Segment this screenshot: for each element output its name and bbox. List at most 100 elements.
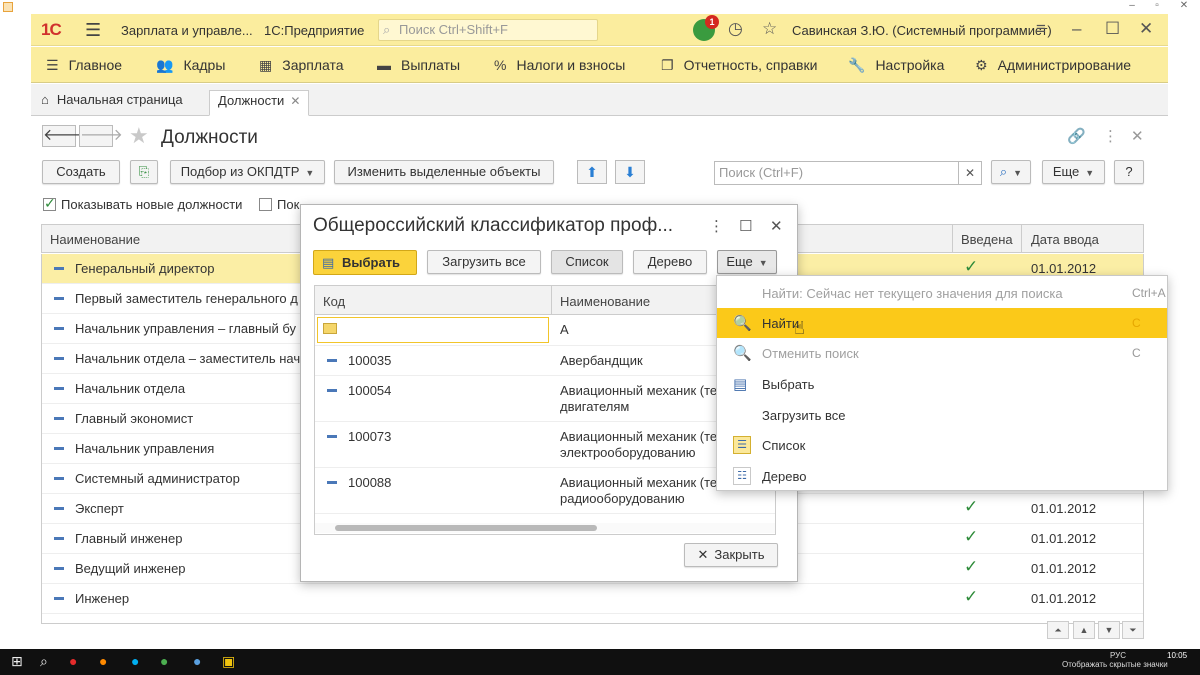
favorite-star-icon[interactable]: ★ [129,123,149,149]
title-bar: 1С ☰ Зарплата и управле... 1С:Предприяти… [31,14,1168,46]
select-button[interactable]: ▤ Выбрать [313,250,417,275]
scroll-down-button[interactable]: ▼ [1098,621,1120,639]
more-vertical-icon[interactable]: ⋮ [709,217,724,235]
maximize-dialog-icon[interactable]: ☐ [739,217,752,235]
tree-button[interactable]: Дерево [633,250,707,274]
notifications-badge: 1 [705,15,719,29]
menu-item-find[interactable]: 🔍 Найти C [717,308,1167,338]
more-button[interactable]: Еще ▼ [1042,160,1105,184]
windows-start-icon[interactable]: ⊞ [11,653,23,670]
close-button[interactable]: ✕ Закрыть [684,543,778,567]
col-entered[interactable]: Введена [961,232,1013,247]
section-main[interactable]: ☰ Главное [46,57,122,74]
table-row[interactable]: А [315,315,775,346]
table-row[interactable]: 100073 Авиационный механик (те электрообор… [315,422,775,468]
edit-selected-button[interactable]: Изменить выделенные объекты [334,160,554,184]
section-payments[interactable]: ▬ Выплаты [377,57,460,73]
chevron-down-icon: ▼ [1085,168,1095,178]
close-tab-icon[interactable]: ✕ [290,94,300,108]
menu-item-select[interactable]: ▤ Выбрать [717,369,1167,399]
hamburger-icon: ☰ [46,57,59,73]
close-dialog-icon[interactable]: ✕ [770,217,783,235]
cancel-search-icon: 🔍 [733,345,752,362]
chevron-down-icon: ▼ [758,258,768,268]
tab-positions[interactable]: Должности ✕ [209,90,310,116]
firefox-icon[interactable]: ● [99,653,107,669]
checkbox-checked[interactable] [43,195,56,212]
search-icon[interactable]: ⌕ [40,653,48,670]
chrome-icon[interactable]: ● [160,653,168,669]
1c-taskbar-icon[interactable]: ▣ [222,653,235,670]
table-row[interactable]: 100088 Авиационный механик (те радиооборуд… [315,468,775,514]
table-row[interactable]: 100035 Авербандщик [315,346,775,376]
col-dialog-name[interactable]: Наименование [560,294,650,309]
table-row[interactable]: Инженер ✓ 01.01.2012 [42,584,1143,614]
window-frame: – ▫ ✕ [0,0,1200,14]
list-icon: ☰ [733,436,751,454]
close-window-icon[interactable]: ✕ [1172,0,1196,12]
col-name[interactable]: Наименование [50,232,140,247]
close-app-icon[interactable]: ✕ [1139,19,1153,39]
main-menu-icon[interactable]: ☰ [85,20,101,41]
minimize-app-icon[interactable]: – [1072,19,1081,39]
clear-search-icon[interactable]: ✕ [958,161,982,185]
close-form-icon[interactable]: ✕ [1131,127,1144,145]
maximize-app-icon[interactable]: ☐ [1105,19,1120,39]
col-date[interactable]: Дата ввода [1031,232,1099,247]
checkbox-unchecked[interactable] [259,198,272,211]
section-salary[interactable]: ▦ Зарплата [259,57,344,74]
minimize-icon[interactable]: – [1120,0,1144,12]
section-taxes[interactable]: % Налоги и взносы [494,57,625,73]
show-new-checkbox[interactable]: Показывать новые должности [43,195,242,212]
move-up-button[interactable]: ⬆ [577,160,607,184]
horizontal-scrollbar[interactable] [315,523,775,533]
section-reports[interactable]: ❐ Отчетность, справки [661,57,817,74]
scroll-up-button[interactable]: ▲ [1073,621,1095,639]
close-icon: ✕ [697,547,709,562]
settings-menu-icon[interactable]: ≡ [1036,19,1046,39]
section-settings[interactable]: 🔧 Настройка [848,57,944,74]
current-user[interactable]: Савинская З.Ю. (Системный программист) [792,23,1052,38]
clock: 10:05 [1167,651,1188,660]
scrollbar-thumb[interactable] [335,525,597,531]
more-vertical-icon[interactable]: ⋮ [1103,127,1118,145]
menu-item-load-all[interactable]: Загрузить все [717,400,1167,430]
app-icon[interactable]: ● [193,653,201,669]
app-icon [3,2,13,12]
opera-icon[interactable]: ● [69,653,77,669]
select-icon: ▤ [322,255,335,270]
section-admin[interactable]: ⚙ Администрирование [975,57,1131,74]
second-checkbox[interactable]: Пок [259,197,299,212]
home-icon: ⌂ [41,92,49,107]
section-hr[interactable]: 👥 Кадры [156,57,225,74]
tab-home[interactable]: ⌂ Начальная страница [33,90,191,116]
global-search-input[interactable]: ⌕ Поиск Ctrl+Shift+F [378,19,598,41]
back-button[interactable]: 🡐 [42,125,86,147]
form-search-input[interactable]: Поиск (Ctrl+F) [714,161,964,185]
forward-button[interactable]: 🡒 [79,125,123,147]
create-button[interactable]: Создать [42,160,120,184]
dialog-more-button[interactable]: Еще ▼ [717,250,777,274]
maximize-icon[interactable]: ▫ [1145,0,1169,12]
link-icon[interactable]: 🔗 [1067,127,1086,145]
search-icon: ⌕ [383,22,391,37]
favorites-icon[interactable]: ☆ [762,19,777,39]
col-code[interactable]: Код [323,294,345,309]
window-title: Зарплата и управле... [121,23,253,38]
menu-item-cancel-search: 🔍 Отменить поиск C [733,345,1141,362]
list-button[interactable]: Список [551,250,623,274]
load-all-button[interactable]: Загрузить все [427,250,541,274]
help-button[interactable]: ? [1114,160,1144,184]
table-row[interactable]: 100054 Авиационный механик (те двигателям [315,376,775,422]
menu-item-list[interactable]: ☰ Список [717,430,1167,460]
scroll-bottom-button[interactable]: ⏷ [1122,621,1144,639]
menu-item-tree[interactable]: ☷ Дерево [717,461,1167,490]
copy-button[interactable]: ⎘ [130,160,158,184]
skype-icon[interactable]: ● [131,653,139,669]
scroll-top-button[interactable]: ⏶ [1047,621,1069,639]
code-edit-field[interactable] [317,317,549,343]
search-button[interactable]: ⌕ ▼ [991,160,1031,184]
history-icon[interactable]: ◷ [728,19,743,39]
okpdtr-button[interactable]: Подбор из ОКПДТР ▼ [170,160,325,184]
move-down-button[interactable]: ⬇ [615,160,645,184]
